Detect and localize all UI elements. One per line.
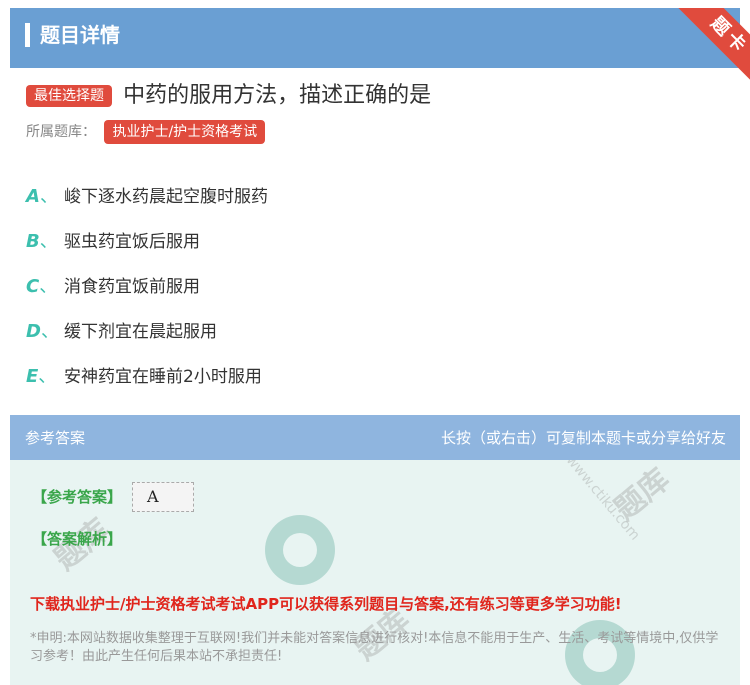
- answer-section-header: 参考答案 长按（或右击）可复制本题卡或分享给好友: [10, 415, 740, 460]
- option-text: 缓下剂宜在晨起服用: [64, 322, 217, 342]
- disclaimer-text: *申明:本网站数据收集整理于互联网!我们并未能对答案信息进行核对!本信息不能用于…: [30, 631, 719, 664]
- options-list: A、 峻下逐水药晨起空腹时服药 B、 驱虫药宜饭后服用 C、 消食药宜饭前服用 …: [26, 172, 726, 397]
- option-text: 消食药宜饭前服用: [64, 277, 200, 297]
- option-letter: D、: [26, 320, 59, 342]
- answer-label: 【参考答案】: [32, 488, 123, 506]
- option-letter: E、: [26, 365, 57, 387]
- answer-section-title: 参考答案: [25, 429, 86, 447]
- question-title-row: 最佳选择题 中药的服用方法，描述正确的是: [26, 82, 736, 110]
- bank-tag[interactable]: 执业护士/护士资格考试: [104, 120, 266, 144]
- option-c[interactable]: C、 消食药宜饭前服用: [26, 262, 726, 307]
- app-download-promo[interactable]: 下载执业护士/护士资格考试考试APP可以获得系列题目与答案,还有练习等更多学习功…: [30, 593, 622, 614]
- question-text: 中药的服用方法，描述正确的是: [123, 83, 432, 108]
- option-e[interactable]: E、 安神药宜在睡前2小时服用: [26, 352, 726, 397]
- answer-value: A: [132, 482, 194, 512]
- option-b[interactable]: B、 驱虫药宜饭后服用: [26, 217, 726, 262]
- option-d[interactable]: D、 缓下剂宜在晨起服用: [26, 307, 726, 352]
- page-title: 题目详情: [40, 23, 120, 47]
- page-header: 题目详情: [10, 8, 740, 68]
- option-letter: C、: [26, 275, 58, 297]
- question-type-badge: 最佳选择题: [26, 85, 112, 107]
- answer-section-body: 题库 题库 题库 www.ctiku.com 【参考答案】 A 【答案解析】 下…: [10, 460, 740, 685]
- option-text: 驱虫药宜饭后服用: [64, 232, 200, 252]
- option-text: 峻下逐水药晨起空腹时服药: [64, 187, 268, 207]
- option-a[interactable]: A、 峻下逐水药晨起空腹时服药: [26, 172, 726, 217]
- option-letter: B、: [26, 230, 58, 252]
- bank-label: 所属题库：: [26, 124, 96, 140]
- analysis-label: 【答案解析】: [32, 530, 123, 548]
- header-accent-bar: [25, 23, 30, 47]
- question-bank-row: 所属题库： 执业护士/护士资格考试: [26, 120, 266, 144]
- share-hint: 长按（或右击）可复制本题卡或分享给好友: [440, 429, 726, 447]
- option-letter: A、: [26, 185, 58, 207]
- watermark-logo-icon: [265, 515, 335, 585]
- option-text: 安神药宜在睡前2小时服用: [64, 367, 262, 387]
